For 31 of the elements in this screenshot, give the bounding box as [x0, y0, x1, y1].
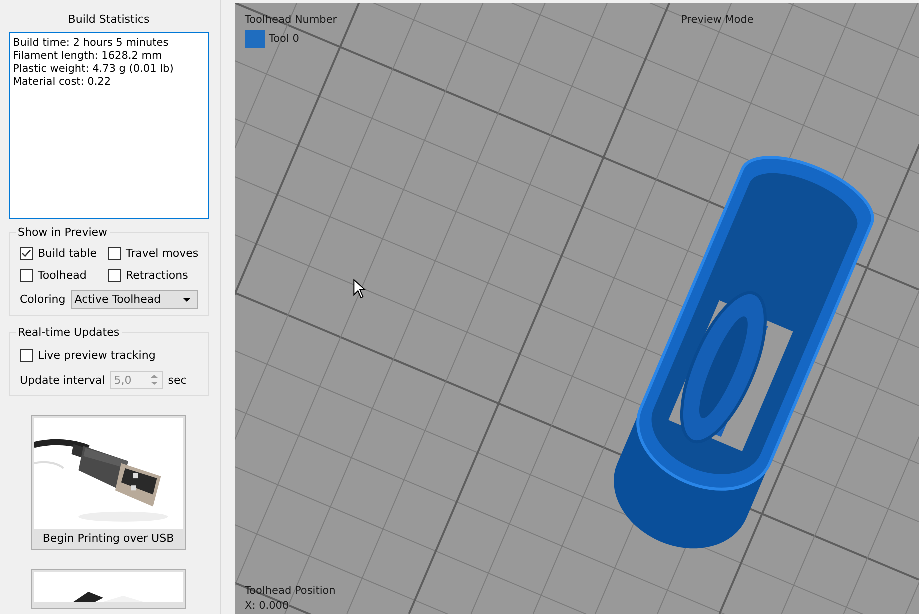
group-title: Real-time Updates [16, 326, 122, 339]
checkbox-label: Live preview tracking [38, 349, 156, 362]
position-title: Toolhead Position [245, 584, 336, 599]
checkbox-label: Toolhead [38, 269, 87, 282]
legend-label: Tool 0 [269, 33, 300, 45]
legend-title: Toolhead Number [245, 14, 338, 26]
checkbox[interactable] [108, 247, 121, 260]
statistic-line: Filament length: 1628.2 mm [13, 50, 164, 63]
dropdown-arrow-icon [183, 298, 191, 302]
checkbox[interactable] [108, 269, 121, 282]
checkbox[interactable] [20, 269, 33, 282]
checkbox-label: Build table [38, 247, 97, 260]
checkbox-label: Retractions [126, 269, 188, 282]
unit-label: sec [168, 374, 187, 386]
coloring-dropdown[interactable]: Active Toolhead [70, 290, 198, 309]
checkbox[interactable] [20, 349, 33, 362]
statistic-line: Build time: 2 hours 5 minutes [13, 37, 170, 50]
statistic-line: Material cost: 0.22 [13, 76, 112, 89]
statistic-line: Plastic weight: 4.73 g (0.01 lb) [13, 63, 175, 76]
coloring-label: Coloring [20, 293, 66, 306]
panel-title: Build Statistics [67, 13, 151, 26]
interval-label: Update interval [20, 374, 106, 386]
group-title: Show in Preview [16, 226, 110, 239]
checkbox[interactable] [20, 247, 33, 260]
preview-mode-label: Preview Mode [681, 14, 754, 26]
print-button[interactable]: Begin Printing over USB [31, 415, 186, 550]
position-value: X: 0.000 [245, 599, 290, 614]
print-button[interactable] [31, 569, 186, 609]
checkbox-label: Travel moves [126, 247, 199, 260]
print-preview-drawing[interactable] [235, 3, 919, 614]
spin-arrows-icon [149, 373, 160, 387]
